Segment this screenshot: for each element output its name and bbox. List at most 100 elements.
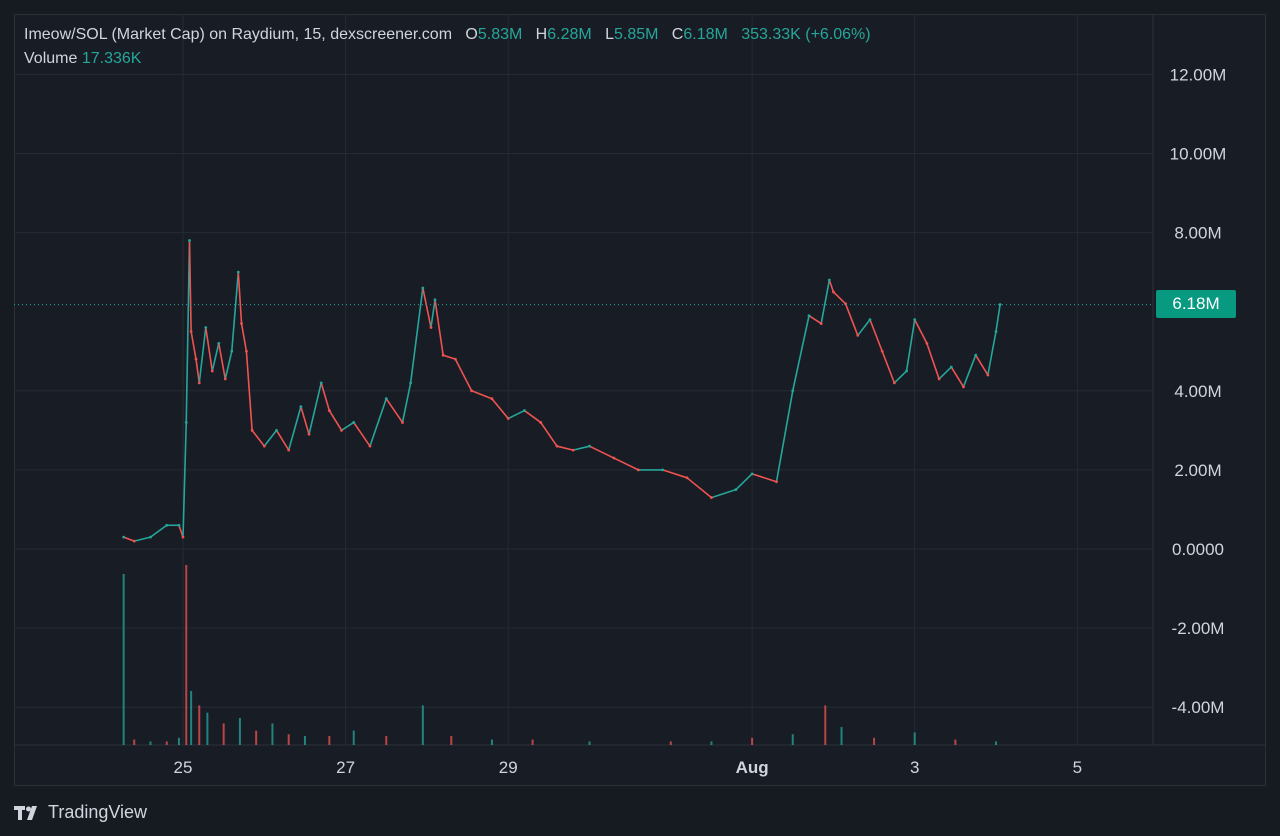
- price-point: [791, 389, 795, 393]
- price-point: [913, 318, 917, 322]
- price-point: [539, 421, 543, 424]
- volume-bar: [287, 734, 290, 745]
- x-tick-label: 3: [910, 758, 919, 777]
- volume-bar: [238, 718, 241, 745]
- price-segment: [275, 429, 290, 451]
- price-segment: [987, 331, 997, 376]
- price-point: [250, 428, 254, 432]
- volume-bar: [352, 730, 355, 745]
- y-tick-label: 2.00M: [1174, 461, 1221, 480]
- price-segment: [820, 279, 831, 324]
- price-point: [636, 468, 640, 472]
- price-segment: [828, 279, 835, 293]
- price-point: [409, 381, 413, 385]
- price-point: [352, 421, 356, 424]
- volume-bar: [791, 734, 794, 745]
- price-segment: [471, 390, 493, 400]
- volume-bar: [206, 712, 209, 745]
- price-point: [710, 496, 713, 499]
- price-segment: [237, 272, 243, 324]
- volume-bar: [328, 736, 331, 745]
- price-point: [194, 357, 198, 361]
- volume-bar: [385, 736, 388, 745]
- price-point: [827, 278, 831, 282]
- price-segment: [507, 409, 525, 420]
- volume-label[interactable]: Volume: [24, 50, 77, 67]
- open-value: 5.83M: [477, 26, 523, 43]
- price-point: [299, 405, 303, 409]
- volume-bar: [490, 739, 493, 745]
- price-point: [189, 330, 193, 333]
- price-point: [685, 476, 689, 480]
- price-segment: [224, 351, 233, 380]
- price-point: [340, 428, 343, 432]
- price-segment: [190, 331, 197, 360]
- price-point: [236, 270, 240, 274]
- price-point: [868, 318, 872, 322]
- price-segment: [540, 421, 558, 447]
- price-segment: [240, 323, 248, 352]
- price-segment: [491, 398, 509, 419]
- y-tick-label: 0.0000: [1172, 540, 1224, 559]
- price-point: [287, 448, 291, 452]
- price-segment: [573, 445, 590, 451]
- price-point: [892, 381, 896, 385]
- x-tick-label: 29: [499, 758, 518, 777]
- price-point: [401, 421, 404, 424]
- price-segment: [613, 457, 639, 471]
- price-point: [262, 444, 266, 448]
- price-segment: [751, 473, 777, 483]
- price-axis[interactable]: 12.00M 10.00M 8.00M 4.00M 2.00M 0.0000 -2.00M -…: [1170, 65, 1227, 717]
- price-point: [905, 369, 908, 373]
- price-segment: [195, 359, 201, 383]
- chart-legend: Imeow/SOL (Market Cap) on Raydium, 15, d…: [24, 26, 871, 44]
- price-segment: [385, 398, 404, 423]
- tradingview-logo[interactable]: TradingView: [14, 802, 147, 823]
- price-segment: [328, 410, 343, 431]
- price-point: [368, 444, 372, 448]
- high-label: H: [535, 26, 548, 43]
- price-point: [240, 322, 243, 325]
- y-tick-label: -2.00M: [1172, 619, 1225, 638]
- price-segment: [401, 382, 412, 423]
- price-segment: [974, 354, 989, 376]
- volume-bar: [954, 739, 957, 745]
- price-point: [986, 373, 990, 377]
- symbol-title[interactable]: Imeow/SOL (Market Cap) on Raydium, 15, d…: [24, 26, 452, 43]
- price-segment: [832, 291, 847, 305]
- price-segment: [217, 343, 227, 380]
- price-segment: [962, 354, 977, 388]
- price-segment: [686, 477, 712, 499]
- price-segment: [711, 488, 737, 499]
- price-segment: [995, 304, 1001, 332]
- price-segment: [905, 319, 916, 372]
- price-point: [453, 357, 457, 361]
- volume-bar: [133, 739, 136, 745]
- time-axis[interactable]: 25 27 29 Aug 3 5: [174, 758, 1082, 777]
- price-segment: [211, 343, 220, 372]
- price-point: [181, 535, 185, 539]
- volume-bar: [669, 741, 672, 745]
- price-segment: [791, 315, 810, 391]
- price-segment: [523, 409, 542, 424]
- price-point: [441, 353, 445, 357]
- volume-bar: [198, 705, 201, 745]
- price-segment: [844, 303, 859, 336]
- price-segment: [204, 327, 214, 372]
- low-value: 5.85M: [613, 26, 659, 43]
- volume-bar: [873, 737, 876, 745]
- volume-bars: [122, 565, 997, 745]
- price-point: [949, 365, 953, 369]
- price-point: [832, 290, 835, 294]
- price-segment: [808, 314, 822, 325]
- price-chart[interactable]: 12.00M 10.00M 8.00M 4.00M 2.00M 0.0000 -2.00M -…: [0, 0, 1280, 836]
- price-point: [994, 330, 998, 333]
- price-segment: [434, 299, 444, 356]
- price-point: [132, 539, 136, 543]
- price-point: [319, 381, 323, 385]
- price-segment: [300, 406, 310, 435]
- volume-bar: [751, 737, 754, 745]
- tradingview-icon: [14, 805, 37, 820]
- volume-bar: [421, 705, 424, 745]
- price-point: [588, 444, 591, 448]
